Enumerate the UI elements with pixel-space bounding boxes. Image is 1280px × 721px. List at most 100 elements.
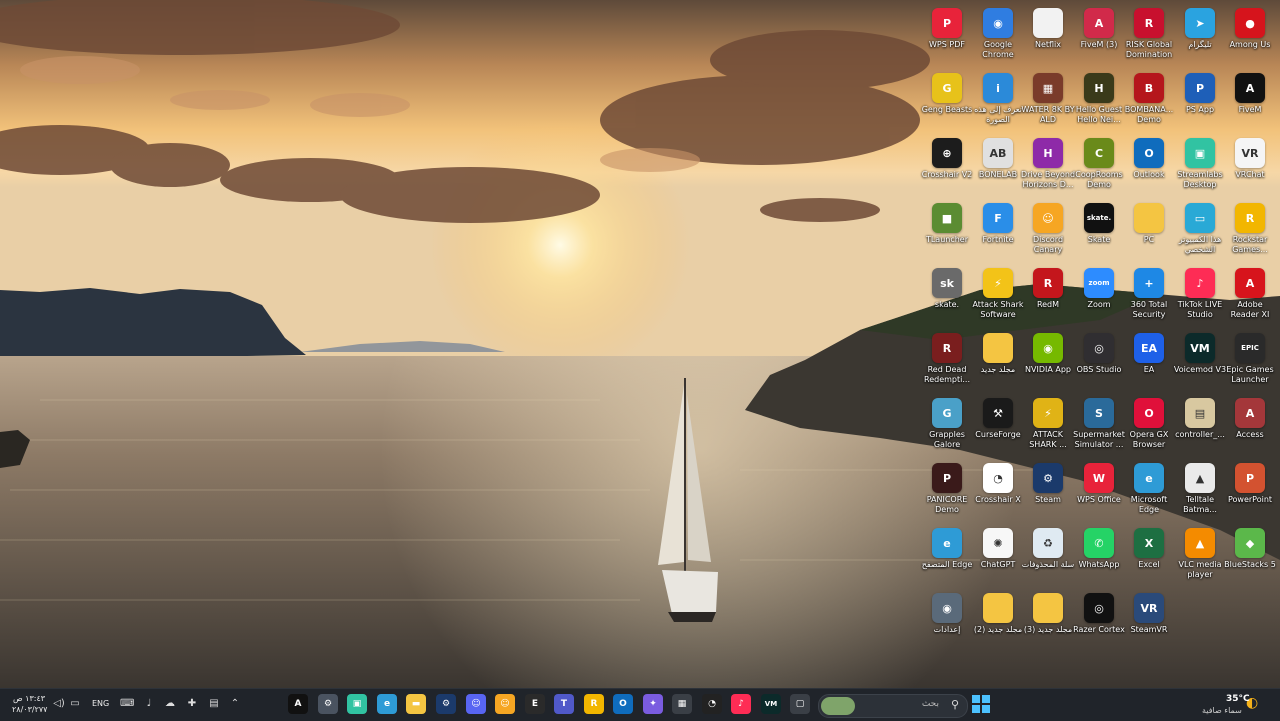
desktop-icon[interactable]: ⚒ CurseForge <box>973 395 1023 460</box>
desktop-icon[interactable]: ▲ VLC media player <box>1175 525 1225 590</box>
desktop-icon[interactable]: ✺ ChatGPT <box>973 525 1023 590</box>
desktop-icon[interactable]: ▤ controller_... <box>1175 395 1225 460</box>
crosshair-x-icon[interactable]: ◔ <box>702 694 722 714</box>
weather-temperature[interactable]: 35°C <box>1226 694 1250 704</box>
discord-icon[interactable]: ☺ <box>466 694 486 714</box>
desktop-icon[interactable]: O Opera GX Browser <box>1124 395 1174 460</box>
desktop-icon[interactable]: ◆ BlueStacks 5 <box>1224 525 1276 590</box>
desktop-icon[interactable]: EPIC Epic Games Launcher <box>1225 330 1275 395</box>
desktop-icon[interactable]: P PANICORE Demo <box>922 460 972 525</box>
rockstar-icon[interactable]: R <box>584 694 604 714</box>
desktop-icon[interactable]: A FiveM <box>1225 70 1275 135</box>
desktop-icon[interactable]: C CoopRooms Demo <box>1074 135 1124 200</box>
desktop-icon[interactable]: R RISK Global Domination <box>1124 5 1174 70</box>
desktop-icon[interactable]: ◎ OBS Studio <box>1074 330 1124 395</box>
desktop-icon[interactable]: ◎ Razer Cortex <box>1073 590 1125 655</box>
desktop-icon[interactable]: VR SteamVR <box>1124 590 1174 655</box>
desktop-icon[interactable]: P PS App <box>1175 70 1225 135</box>
desktop-icon[interactable]: ◉ Google Chrome <box>973 5 1023 70</box>
calendar-icon[interactable]: ▦ <box>672 694 692 714</box>
desktop-icon[interactable]: e Microsoft Edge <box>1124 460 1174 525</box>
desktop-icon[interactable]: A Access <box>1225 395 1275 460</box>
desktop-icon[interactable]: W WPS Office <box>1074 460 1124 525</box>
desktop-icon[interactable]: ▣ Streamlabs Desktop <box>1175 135 1225 200</box>
desktop-icon[interactable]: G Grapples Galore <box>922 395 972 460</box>
desktop-icon[interactable]: VR VRChat <box>1225 135 1275 200</box>
desktop-icon[interactable]: ♪ TikTok LIVE Studio <box>1175 265 1225 330</box>
settings-gear-icon[interactable]: ⚙ <box>318 694 338 714</box>
desktop-icon[interactable]: AB BONELAB <box>973 135 1023 200</box>
speaker-icon[interactable]: ◁) <box>53 698 65 710</box>
desktop-icon[interactable]: PC <box>1124 200 1174 265</box>
desktop-icon[interactable]: H Drive Beyond Horizons D... <box>1021 135 1075 200</box>
desktop-icon[interactable]: O Outlook <box>1124 135 1174 200</box>
desktop-icon[interactable]: skate. Skate <box>1074 200 1124 265</box>
microphone-icon[interactable]: ♩ <box>143 698 155 710</box>
desktop-icon[interactable]: R Red Dead Redempti... <box>922 330 972 395</box>
desktop-icon[interactable]: ⚙ Steam <box>1023 460 1073 525</box>
display-icon[interactable]: ▭ <box>69 698 81 710</box>
desktop-icon[interactable]: X Excel <box>1124 525 1174 590</box>
search-box[interactable]: بحث ⚲ <box>818 694 968 718</box>
desktop-icon[interactable]: ◉ إعدادات <box>922 590 972 655</box>
fivem-icon[interactable]: A <box>288 694 308 714</box>
bluetooth-icon[interactable]: ✚ <box>186 698 198 710</box>
desktop-icon[interactable]: P WPS PDF <box>922 5 972 70</box>
clock-time[interactable]: ١٣:٤٣ ص <box>12 694 46 703</box>
teams-icon[interactable]: T <box>554 694 574 714</box>
desktop-icon[interactable]: ♻ سلة المحذوفات <box>1022 525 1074 590</box>
desktop-icon[interactable]: sk skate. <box>922 265 972 330</box>
onedrive-cloud-icon[interactable]: ☁ <box>164 698 176 710</box>
tiktok-icon[interactable]: ♪ <box>731 694 751 714</box>
show-hidden-icons-chevron-icon[interactable]: ⌃ <box>229 698 241 710</box>
streamlabs-icon[interactable]: ▣ <box>347 694 367 714</box>
desktop-icon[interactable]: Netflix <box>1023 5 1073 70</box>
desktop-icon[interactable]: e المتصفح Edge <box>922 525 972 590</box>
desktop-icon[interactable]: B BOMBANA... Demo <box>1124 70 1174 135</box>
desktop-icon[interactable]: P PowerPoint <box>1225 460 1275 525</box>
desktop-icon[interactable]: ▲ Telltale Batma... <box>1175 460 1225 525</box>
weather-description[interactable]: سماء صافية <box>1202 706 1242 715</box>
desktop-icon[interactable]: A FiveM (3) <box>1074 5 1124 70</box>
desktop-icon[interactable]: ■ TLauncher <box>922 200 972 265</box>
keyboard-icon[interactable]: ⌨ <box>120 698 134 710</box>
network-icon[interactable]: ▤ <box>208 698 220 710</box>
steam-icon[interactable]: ⚙ <box>436 694 456 714</box>
desktop-icon[interactable]: ▦ WATER 8K BY ALD <box>1021 70 1075 135</box>
edge-icon[interactable]: e <box>377 694 397 714</box>
desktop-icon[interactable]: ◉ NVIDIA App <box>1023 330 1073 395</box>
desktop-icon[interactable]: R RedM <box>1023 265 1073 330</box>
desktop-icon[interactable]: H Hello Guest Hello Nei... <box>1074 70 1124 135</box>
copilot-icon[interactable]: ✦ <box>643 694 663 714</box>
desktop-icon[interactable]: مجلد جديد <box>973 330 1023 395</box>
discord-canary-icon[interactable]: ☺ <box>495 694 515 714</box>
desktop-icon[interactable]: ✆ WhatsApp <box>1074 525 1124 590</box>
desktop-icon[interactable]: +360 Total Security <box>1124 265 1174 330</box>
outlook-icon[interactable]: O <box>613 694 633 714</box>
desktop-icon[interactable]: i تعرف إلى هذه الصورة <box>973 70 1023 135</box>
desktop-icon[interactable]: ◔ Crosshair X <box>973 460 1023 525</box>
desktop-icon[interactable]: ⚡ ATTACK SHARK ... <box>1023 395 1073 460</box>
desktop-icon[interactable]: F Fortnite <box>973 200 1023 265</box>
file-explorer-icon[interactable]: ▬ <box>406 694 426 714</box>
desktop-icon[interactable]: zoom Zoom <box>1074 265 1124 330</box>
desktop-icon[interactable]: R Rockstar Games... <box>1225 200 1275 265</box>
desktop-icon[interactable]: ▭ هذا الكمبيوتر الشخصي <box>1175 200 1225 265</box>
start-button[interactable] <box>972 695 990 713</box>
language-indicator[interactable]: ENG <box>92 699 109 708</box>
desktop-icon[interactable]: A Adobe Reader XI <box>1225 265 1275 330</box>
epic-icon[interactable]: E <box>525 694 545 714</box>
desktop-icon[interactable]: ⚡ Attack Shark Software <box>972 265 1024 330</box>
desktop-icon[interactable]: مجلد جديد (3) <box>1023 590 1073 655</box>
desktop-icon[interactable]: ● Among Us <box>1225 5 1275 70</box>
desktop-icon[interactable]: EA EA <box>1124 330 1174 395</box>
desktop-icon[interactable]: مجلد جديد (2) <box>973 590 1023 655</box>
desktop-icon[interactable]: ⊕ Crosshair V2 <box>922 135 972 200</box>
desktop-icon[interactable]: ☺ Discord Canary <box>1023 200 1073 265</box>
desktop-icon[interactable]: VM Voicemod V3 <box>1174 330 1226 395</box>
clock-date[interactable]: ٢٨/٠٣/٢٧٧ <box>12 705 47 714</box>
voicemod-icon[interactable]: VM <box>761 694 781 714</box>
desktop-icon[interactable]: G Geng Beasts <box>922 70 972 135</box>
desktop-icon[interactable]: ➤ تلیگرام <box>1175 5 1225 70</box>
desktop-icon[interactable]: S Supermarket Simulator ... <box>1073 395 1125 460</box>
